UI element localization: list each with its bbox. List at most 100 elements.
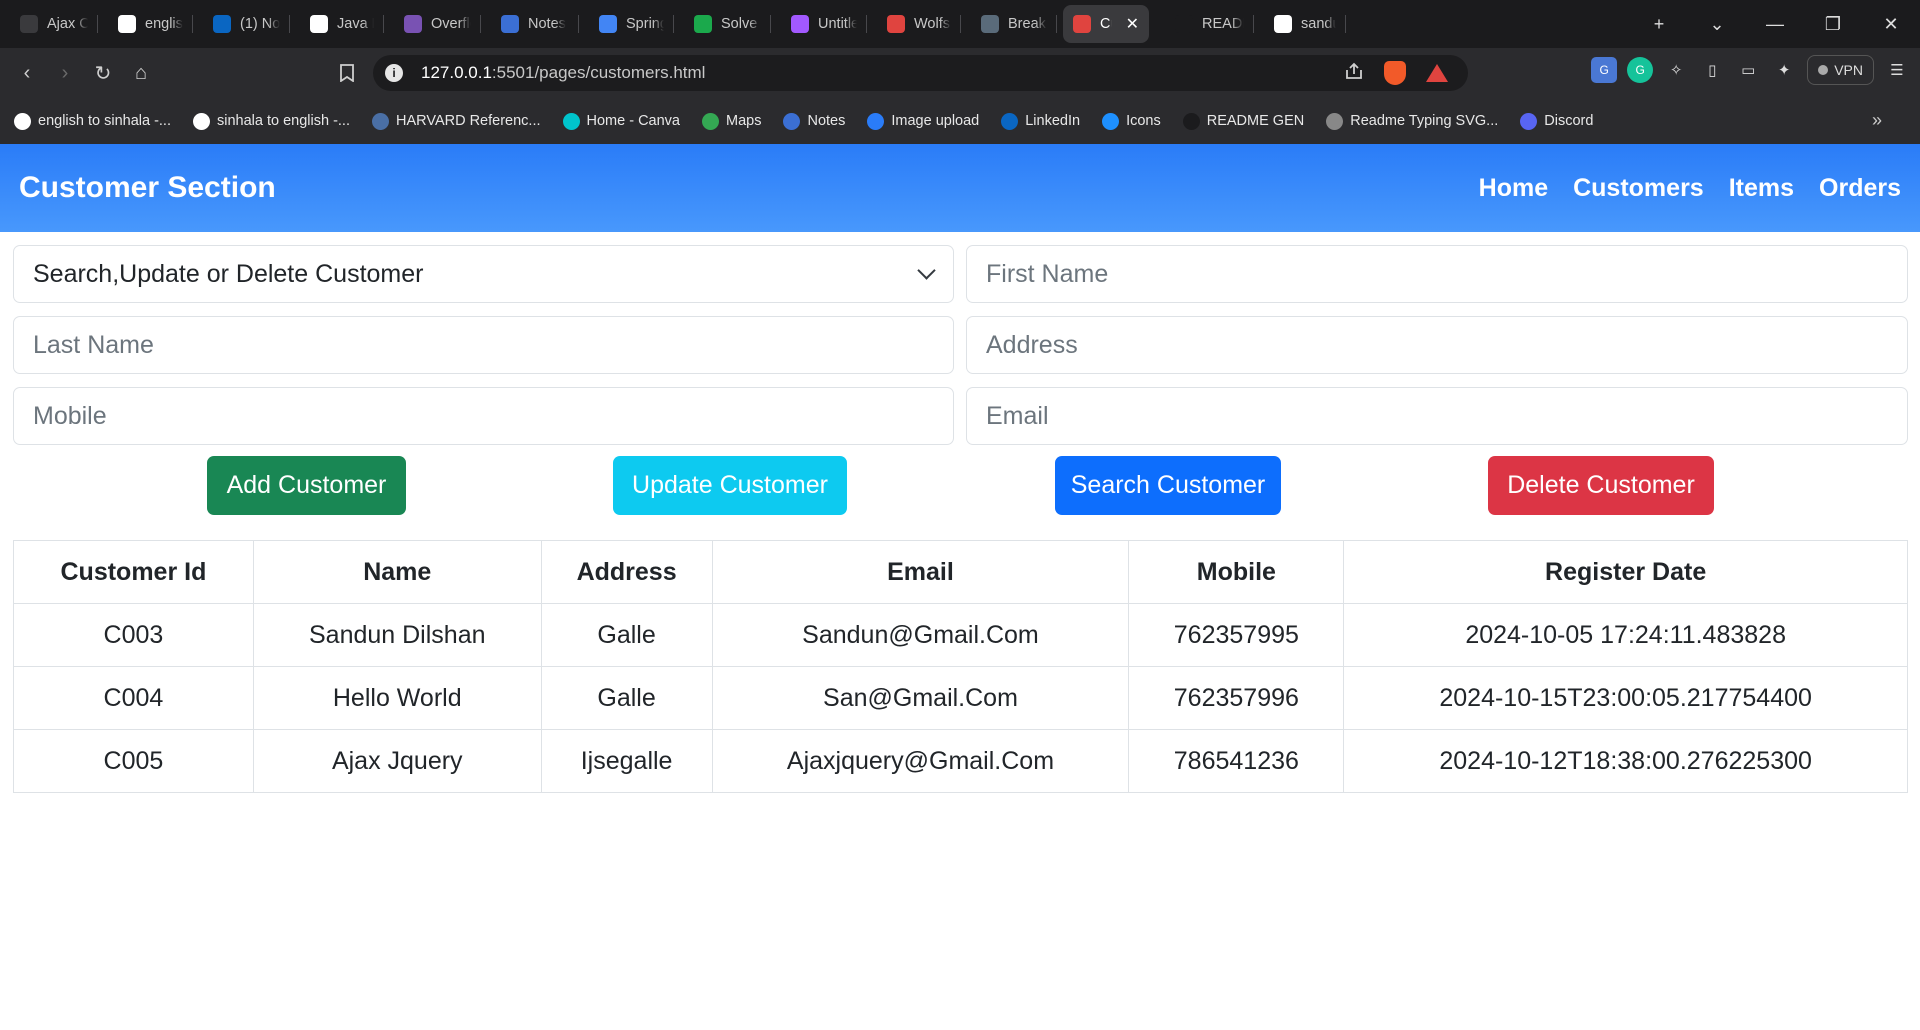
cell-email: San@Gmail.Com <box>711 666 1130 730</box>
bookmark-item[interactable]: HARVARD Referenc... <box>372 112 541 130</box>
leo-ai-icon[interactable]: ✦ <box>1771 57 1797 83</box>
update-customer-button[interactable]: Update Customer <box>613 456 847 515</box>
close-window-icon[interactable]: ✕ <box>1862 14 1920 35</box>
new-tab-icon[interactable]: + <box>1630 14 1688 35</box>
bookmark-item[interactable]: README GEN <box>1182 112 1304 130</box>
site-info-icon[interactable]: i <box>385 64 403 82</box>
header-email: Email <box>711 540 1130 604</box>
search-customer-button[interactable]: Search Customer <box>1055 456 1281 515</box>
address-placeholder: Address <box>986 330 1078 359</box>
table-row[interactable]: C003 Sandun Dilshan Galle Sandun@Gmail.C… <box>13 603 1908 667</box>
bookmark-item[interactable]: Home - Canva <box>562 112 680 130</box>
browser-tab[interactable]: Solve Ja <box>674 0 771 48</box>
reload-icon[interactable]: ↻ <box>84 54 122 92</box>
cell-email: Ajaxjquery@Gmail.Com <box>711 729 1130 793</box>
bookmark-item[interactable]: Icons <box>1102 112 1161 130</box>
extensions-row: G G ✧ ▯ ▭ ✦ VPN ☰ <box>1591 55 1910 85</box>
address-field[interactable]: Address <box>966 316 1908 374</box>
bookmark-item[interactable]: Notes <box>783 112 846 130</box>
forward-icon[interactable]: › <box>46 54 84 92</box>
linkedin-icon <box>213 15 231 33</box>
sidebar-icon[interactable]: ▯ <box>1699 57 1725 83</box>
home-icon[interactable]: ⌂ <box>122 54 160 92</box>
last-name-placeholder: Last Name <box>33 330 154 359</box>
bookmark-item[interactable]: english to sinhala -... <box>14 112 171 130</box>
delete-customer-button[interactable]: Delete Customer <box>1488 456 1714 515</box>
notes-icon <box>501 15 519 33</box>
bookmark-item[interactable]: sinhala to english -... <box>193 112 350 130</box>
back-icon[interactable]: ‹ <box>8 54 46 92</box>
bookmark-item[interactable]: Discord <box>1520 112 1593 130</box>
share-icon[interactable] <box>1344 62 1364 85</box>
cell-customer-id: C004 <box>13 666 254 730</box>
brave-shield-icon[interactable] <box>1384 61 1406 85</box>
translate-extension-icon[interactable]: G <box>1591 57 1618 83</box>
browser-tab[interactable]: (1) Notif <box>193 0 290 48</box>
browser-tab[interactable]: Overflov <box>384 0 481 48</box>
url-host: 127.0.0.1 <box>421 63 492 82</box>
url-path: :5501/pages/customers.html <box>491 63 706 82</box>
browser-tab[interactable]: Ajax Cus <box>0 0 98 48</box>
menu-icon[interactable]: ☰ <box>1884 57 1910 83</box>
customer-select[interactable]: Search,Update or Delete Customer <box>13 245 954 303</box>
browser-tab[interactable]: Notes <box>481 0 579 48</box>
extensions-puzzle-icon[interactable]: ✧ <box>1663 57 1689 83</box>
vpn-status-icon <box>1818 65 1829 75</box>
page-navbar: Customer Section Home Customers Items Or… <box>0 144 1920 232</box>
close-tab-icon[interactable]: ✕ <box>1126 14 1139 34</box>
browser-tab-title: sandund <box>1301 16 1336 32</box>
bookmarks-bar: english to sinhala -... sinhala to englis… <box>0 98 1920 144</box>
bookmark-item[interactable]: Image upload <box>867 112 980 130</box>
last-name-field[interactable]: Last Name <box>13 316 954 374</box>
window-controls: + ⌄ — ❐ ✕ <box>1630 14 1920 35</box>
browser-tab[interactable]: sandund <box>1254 0 1346 48</box>
browser-tab-title: Notes <box>528 16 566 32</box>
nav-link-items[interactable]: Items <box>1729 174 1794 203</box>
minimize-icon[interactable]: — <box>1746 14 1804 35</box>
wallet-icon[interactable]: ▭ <box>1735 57 1761 83</box>
bookmark-item[interactable]: Readme Typing SVG... <box>1326 112 1498 130</box>
vpn-button[interactable]: VPN <box>1807 55 1874 85</box>
nav-link-home[interactable]: Home <box>1479 174 1548 203</box>
first-name-field[interactable]: First Name <box>966 245 1908 303</box>
mobile-field[interactable]: Mobile <box>13 387 954 445</box>
table-row[interactable]: C004 Hello World Galle San@Gmail.Com 762… <box>13 666 1908 730</box>
first-name-placeholder: First Name <box>986 259 1109 288</box>
email-field[interactable]: Email <box>966 387 1908 445</box>
bookmark-label: Notes <box>807 113 846 129</box>
openai-icon <box>20 15 38 33</box>
browser-tab[interactable]: Breaking <box>961 0 1057 48</box>
hackerrank-icon <box>694 15 712 33</box>
customer-select-value: Search,Update or Delete Customer <box>33 259 424 288</box>
browser-tab-title: Java Dat <box>337 16 374 32</box>
browser-tab-title: Wolfs (2 <box>914 16 951 32</box>
nav-link-customers[interactable]: Customers <box>1573 174 1704 203</box>
bookmark-item[interactable]: LinkedIn <box>1001 112 1080 130</box>
browser-tab[interactable]: english t <box>98 0 193 48</box>
more-bookmarks-icon[interactable]: » <box>1872 110 1882 131</box>
cell-address: Galle <box>540 666 713 730</box>
bookmark-label: Image upload <box>891 113 980 129</box>
browser-tab[interactable]: READMI <box>1155 0 1254 48</box>
browser-tab[interactable]: Spring - <box>579 0 674 48</box>
brave-rewards-icon[interactable] <box>1426 64 1448 82</box>
restore-icon[interactable]: ❐ <box>1804 14 1862 35</box>
cell-customer-id: C005 <box>13 729 254 793</box>
tab-search-icon[interactable]: ⌄ <box>1688 14 1746 35</box>
bookmark-item[interactable]: Maps <box>702 112 761 130</box>
customer-table: Customer Id Name Address Email Mobile Re… <box>13 540 1908 793</box>
nav-link-orders[interactable]: Orders <box>1819 174 1901 203</box>
table-row[interactable]: C005 Ajax Jquery Ijsegalle Ajaxjquery@Gm… <box>13 729 1908 793</box>
browser-tab[interactable]: Cus ✕ <box>1063 5 1149 43</box>
address-bar[interactable]: i 127.0.0.1:5501/pages/customers.html <box>373 55 1468 91</box>
grammarly-extension-icon[interactable]: G <box>1627 57 1654 83</box>
keyboard-icon <box>1326 112 1344 130</box>
browser-tab[interactable]: Wolfs (2 <box>867 0 961 48</box>
browser-tab[interactable]: Java Dat <box>290 0 384 48</box>
browser-tab[interactable]: Untitled <box>771 0 867 48</box>
navbar-brand[interactable]: Customer Section <box>19 171 276 205</box>
bookmark-icon[interactable] <box>328 54 366 92</box>
add-customer-button[interactable]: Add Customer <box>207 456 406 515</box>
browser-tab-title: READMI <box>1202 16 1244 32</box>
bookmark-label: english to sinhala -... <box>38 113 171 129</box>
